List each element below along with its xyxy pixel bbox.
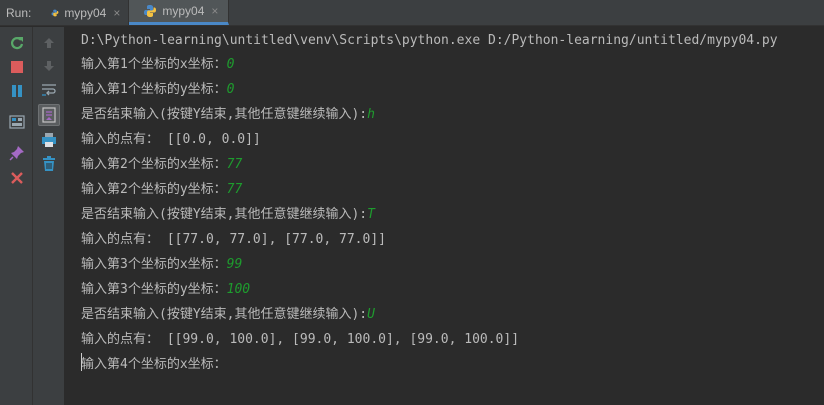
tab-mypy04-active[interactable]: mypy04 ×	[129, 0, 230, 25]
console-line-current-prompt[interactable]: 输入第4个坐标的x坐标：	[81, 356, 227, 374]
console-line: 输入第3个坐标的y坐标：100	[81, 282, 251, 297]
previous-occurrence-button[interactable]	[38, 32, 60, 54]
clear-all-button[interactable]	[38, 153, 60, 175]
print-icon	[42, 133, 56, 147]
run-tab-bar: Run: mypy04 × mypy04 ×	[0, 0, 824, 26]
console-line: 输入第2个坐标的y坐标：77	[81, 182, 243, 197]
next-occurrence-button[interactable]	[38, 55, 60, 77]
python-icon	[144, 5, 157, 17]
trash-icon	[43, 156, 55, 171]
tab-mypy04-first[interactable]: mypy04 ×	[37, 0, 130, 25]
console-line: 输入的点有： [[77.0, 77.0], [77.0, 77.0]]	[81, 232, 386, 247]
stop-button[interactable]	[6, 56, 28, 78]
restore-layout-button[interactable]	[6, 111, 28, 133]
close-icon	[11, 172, 23, 184]
close-run-button[interactable]	[6, 167, 28, 189]
console-output[interactable]: D:\Python-learning\untitled\venv\Scripts…	[65, 27, 824, 405]
pause-button[interactable]	[6, 80, 28, 102]
console-line: 是否结束输入(按键Y结束,其他任意键继续输入):T	[81, 207, 375, 222]
tab-label: mypy04	[162, 4, 205, 18]
pin-tab-button[interactable]	[6, 142, 28, 164]
pause-icon	[12, 85, 22, 97]
scroll-to-end-icon	[42, 107, 56, 123]
tab-close-icon[interactable]: ×	[113, 6, 120, 20]
console-line: 输入第1个坐标的y坐标：0	[81, 82, 235, 97]
console-line: 是否结束输入(按键Y结束,其他任意键继续输入):U	[81, 307, 375, 322]
soft-wrap-icon	[42, 84, 56, 96]
run-toolbar-primary	[0, 27, 33, 405]
run-label: Run:	[6, 6, 32, 20]
run-tool-window: Run: mypy04 × mypy04 × D:\Python-learnin…	[0, 0, 824, 405]
console-line: 输入第1个坐标的x坐标：0	[81, 57, 235, 72]
pin-icon	[9, 146, 24, 161]
rerun-icon	[10, 37, 24, 50]
console-line: D:\Python-learning\untitled\venv\Scripts…	[81, 33, 778, 48]
console-line: 输入的点有： [[0.0, 0.0]]	[81, 132, 261, 147]
print-button[interactable]	[38, 129, 60, 151]
stop-icon	[11, 61, 23, 73]
arrow-up-icon	[44, 38, 54, 48]
console-line: 输入第2个坐标的x坐标：77	[81, 157, 243, 172]
scroll-to-end-button[interactable]	[38, 104, 60, 126]
run-toolbar-secondary	[33, 27, 65, 405]
text-caret	[81, 353, 82, 371]
console-line: 输入的点有： [[99.0, 100.0], [99.0, 100.0], [9…	[81, 332, 520, 347]
layout-icon	[9, 115, 25, 129]
tab-label: mypy04	[64, 5, 107, 20]
soft-wrap-button[interactable]	[38, 79, 60, 101]
arrow-down-icon	[44, 61, 54, 71]
console-line: 是否结束输入(按键Y结束,其他任意键继续输入):h	[81, 107, 375, 122]
rerun-button[interactable]	[6, 32, 28, 54]
tab-close-icon[interactable]: ×	[211, 4, 218, 18]
console-line: 输入第3个坐标的x坐标：99	[81, 257, 243, 272]
python-icon	[51, 9, 59, 16]
